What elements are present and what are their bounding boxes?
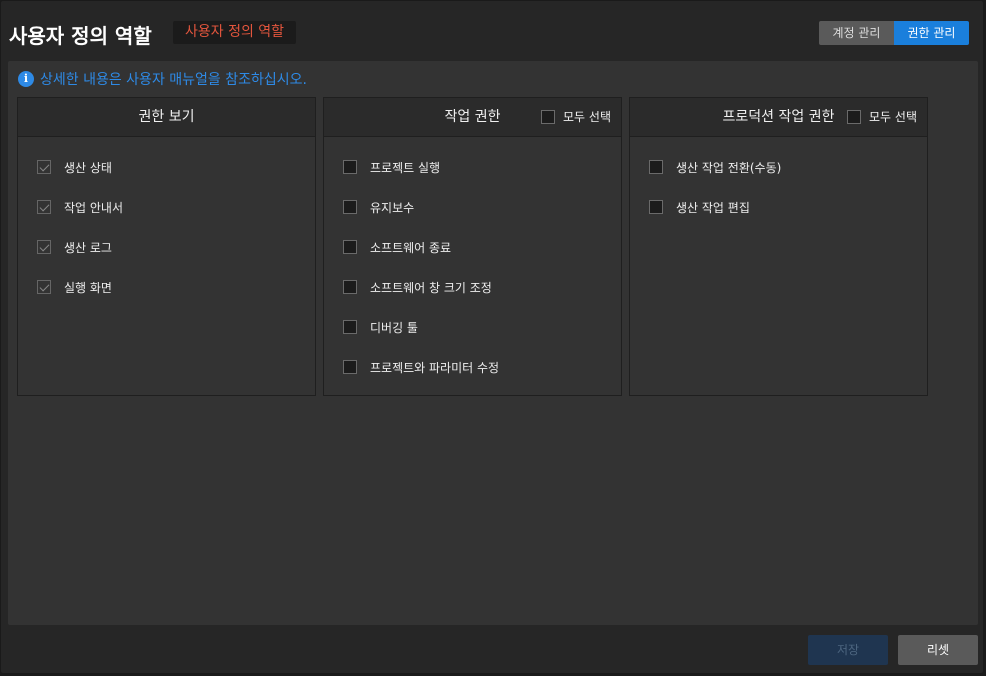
permission-label: 디버깅 툴 — [370, 320, 418, 335]
permission-item[interactable]: 실행 화면 — [18, 274, 315, 314]
permission-item[interactable]: 디버깅 툴 — [324, 314, 621, 354]
permission-label: 소프트웨어 종료 — [370, 240, 452, 255]
permission-label: 생산 작업 편집 — [676, 200, 750, 215]
permission-item[interactable]: 생산 로그 — [18, 234, 315, 274]
permission-label: 프로젝트와 파라미터 수정 — [370, 360, 500, 375]
checkbox-icon[interactable] — [343, 280, 357, 294]
permission-label: 소프트웨어 창 크기 조정 — [370, 280, 492, 295]
permission-item[interactable]: 소프트웨어 종료 — [324, 234, 621, 274]
select-all-checkbox[interactable]: 모두 선택 — [541, 98, 611, 136]
permission-item[interactable]: 생산 작업 전환(수동) — [630, 154, 927, 194]
checked-checkbox-icon[interactable] — [37, 200, 51, 214]
permission-label: 생산 로그 — [64, 240, 112, 255]
info-notice: i 상세한 내용은 사용자 매뉴얼을 참조하십시오. — [18, 69, 307, 89]
group-title: 프로덕션 작업 권한 — [722, 109, 835, 125]
role-name-badge: 사용자 정의 역할 — [173, 21, 297, 44]
tab-permission-management[interactable]: 권한 관리 — [894, 21, 969, 45]
reset-button[interactable]: 리셋 — [898, 635, 978, 665]
window: 사용자 정의 역할 사용자 정의 역할 계정 관리 권한 관리 i 상세한 내용… — [0, 0, 984, 674]
checkbox-icon[interactable] — [541, 110, 556, 124]
checkbox-icon[interactable] — [343, 320, 357, 334]
checkbox-icon[interactable] — [343, 360, 357, 374]
permission-item[interactable]: 작업 안내서 — [18, 194, 315, 234]
select-all-label: 모두 선택 — [563, 110, 611, 124]
checkbox-icon[interactable] — [649, 160, 663, 174]
permission-item[interactable]: 생산 작업 편집 — [630, 194, 927, 234]
save-button[interactable]: 저장 — [808, 635, 888, 665]
permission-group-production-task-permissions: 프로덕션 작업 권한 모두 선택생산 작업 전환(수동) 생산 작업 편집 — [629, 97, 928, 396]
group-header: 프로덕션 작업 권한 모두 선택 — [630, 98, 927, 137]
permission-label: 생산 작업 전환(수동) — [676, 160, 782, 175]
checked-checkbox-icon[interactable] — [37, 240, 51, 254]
permission-item[interactable]: 프로젝트 실행 — [324, 154, 621, 194]
checkbox-icon[interactable] — [847, 110, 862, 124]
checked-checkbox-icon[interactable] — [37, 160, 51, 174]
permission-item[interactable]: 생산 상태 — [18, 154, 315, 194]
content-panel: i 상세한 내용은 사용자 매뉴얼을 참조하십시오. 권한 보기 생산 상태 작업 … — [8, 61, 978, 625]
group-title: 권한 보기 — [138, 109, 195, 125]
group-header: 권한 보기 — [18, 98, 315, 137]
checkbox-icon[interactable] — [343, 200, 357, 214]
permission-label: 실행 화면 — [64, 280, 112, 295]
checked-checkbox-icon[interactable] — [37, 280, 51, 294]
checkbox-icon[interactable] — [649, 200, 663, 214]
permission-label: 생산 상태 — [64, 160, 112, 175]
permission-label: 작업 안내서 — [64, 200, 124, 215]
permission-item[interactable]: 프로젝트와 파라미터 수정 — [324, 354, 621, 394]
permission-item[interactable]: 소프트웨어 창 크기 조정 — [324, 274, 621, 314]
group-title: 작업 권한 — [444, 109, 501, 125]
select-all-checkbox[interactable]: 모두 선택 — [847, 98, 917, 136]
group-header: 작업 권한 모두 선택 — [324, 98, 621, 137]
checkbox-icon[interactable] — [343, 160, 357, 174]
permission-group-task-permissions: 작업 권한 모두 선택프로젝트 실행유지보수소프트웨어 종료소프트웨어 창 크기 … — [323, 97, 622, 396]
permission-label: 유지보수 — [370, 200, 415, 215]
page-title: 사용자 정의 역할 — [9, 24, 152, 48]
tab-account-management[interactable]: 계정 관리 — [819, 21, 894, 45]
permission-item[interactable]: 유지보수 — [324, 194, 621, 234]
permission-label: 프로젝트 실행 — [370, 160, 441, 175]
select-all-label: 모두 선택 — [869, 110, 917, 124]
tab-group: 계정 관리 권한 관리 — [819, 21, 969, 45]
info-text: 상세한 내용은 사용자 매뉴얼을 참조하십시오. — [40, 72, 307, 88]
info-icon: i — [18, 71, 34, 87]
permission-group-view-permissions: 권한 보기생산 상태작업 안내서생산 로그실행 화면 — [17, 97, 316, 396]
checkbox-icon[interactable] — [343, 240, 357, 254]
